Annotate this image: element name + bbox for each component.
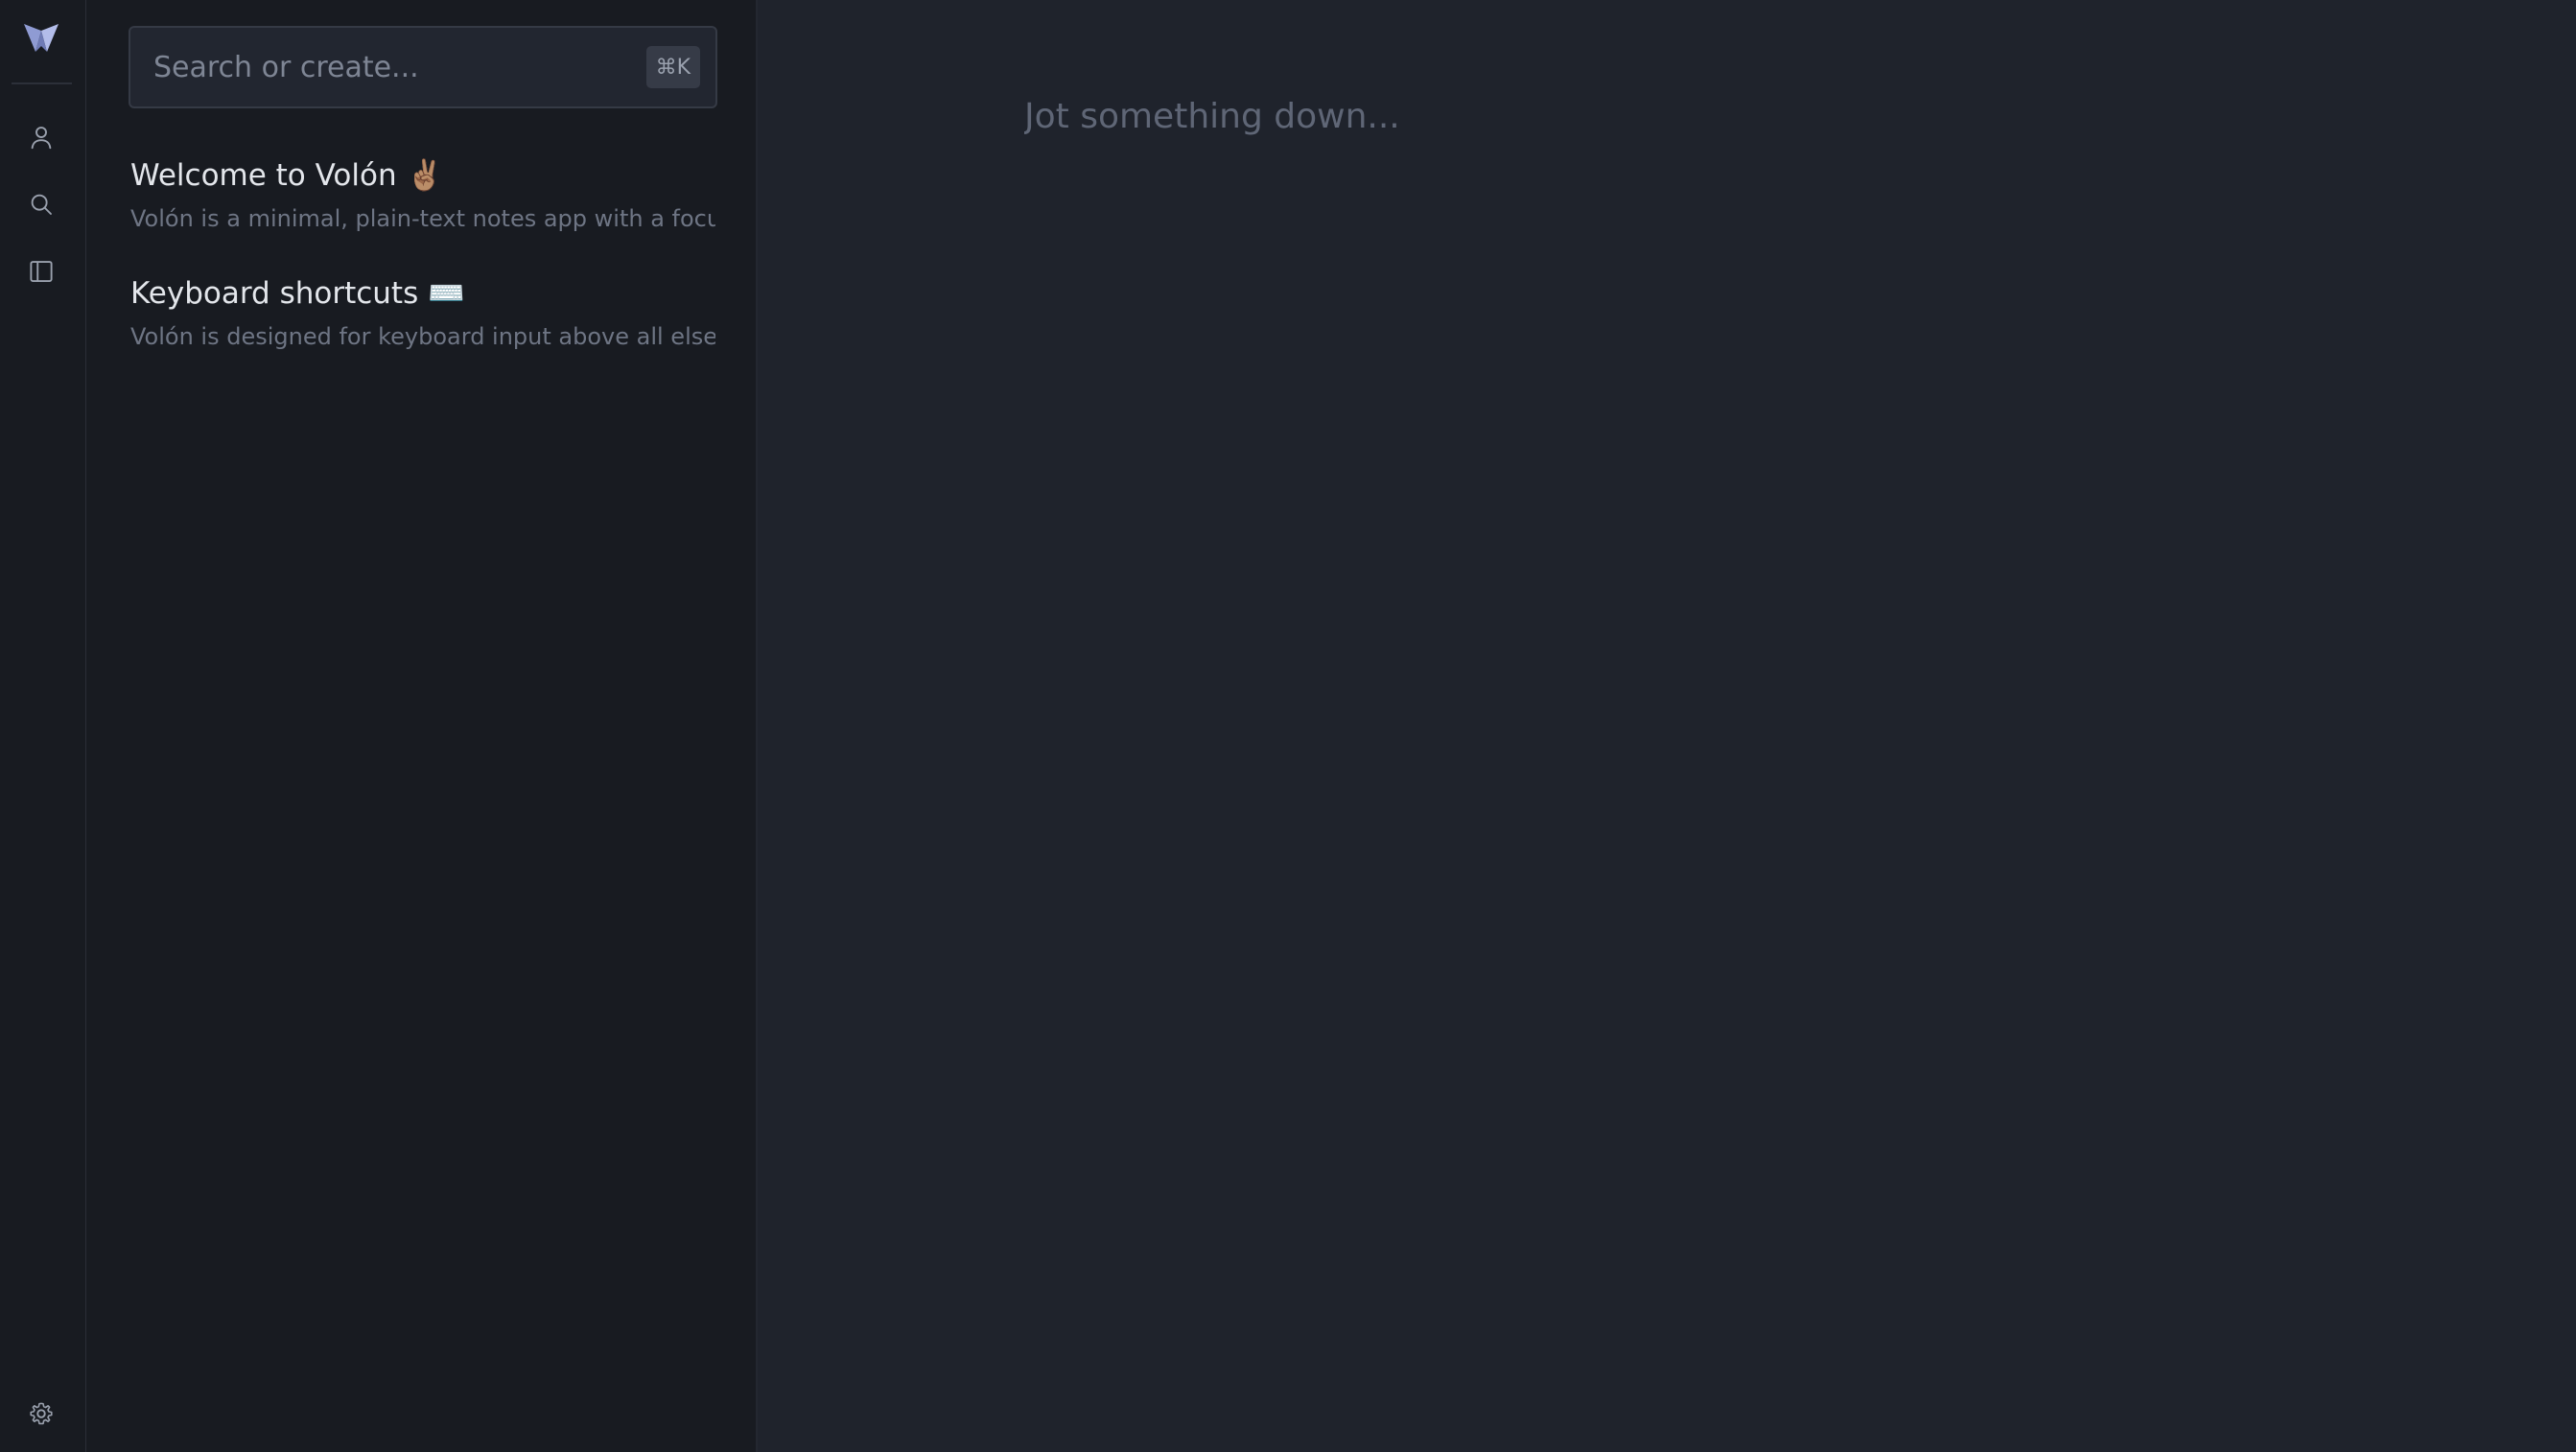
notes-list-panel: ⌘K Welcome to Volón ✌🏽 Volón is a minima…: [86, 0, 758, 1452]
rail-divider: [12, 82, 72, 84]
account-button[interactable]: [24, 120, 59, 154]
sidebar-panel-icon: [30, 261, 53, 282]
note-list-item[interactable]: Keyboard shortcuts ⌨️ Volón is designed …: [130, 273, 715, 352]
note-title: Welcome to Volón ✌🏽: [130, 158, 444, 193]
app-window: ⌘K Welcome to Volón ✌🏽 Volón is a minima…: [0, 0, 2576, 1452]
search-input[interactable]: [130, 27, 646, 107]
search-shortcut-badge: ⌘K: [645, 46, 700, 88]
editor-pane: [758, 0, 2576, 1452]
note-preview: Volón is a minimal, plain-text notes app…: [130, 205, 715, 232]
settings-button[interactable]: [24, 1396, 59, 1431]
search-button[interactable]: [24, 187, 59, 222]
icon-rail: [0, 0, 86, 1452]
note-title: Keyboard shortcuts ⌨️: [130, 276, 465, 311]
note-editor[interactable]: [1024, 88, 2463, 1335]
search-box: ⌘K: [129, 26, 717, 108]
user-icon: [31, 127, 52, 150]
toggle-sidebar-button[interactable]: [24, 254, 59, 289]
note-preview: Volón is designed for keyboard input abo…: [130, 323, 715, 350]
search-icon: [31, 194, 52, 215]
volon-logo-icon[interactable]: [22, 21, 60, 54]
gear-icon: [30, 1402, 53, 1425]
note-list-item[interactable]: Welcome to Volón ✌🏽 Volón is a minimal, …: [130, 155, 715, 234]
